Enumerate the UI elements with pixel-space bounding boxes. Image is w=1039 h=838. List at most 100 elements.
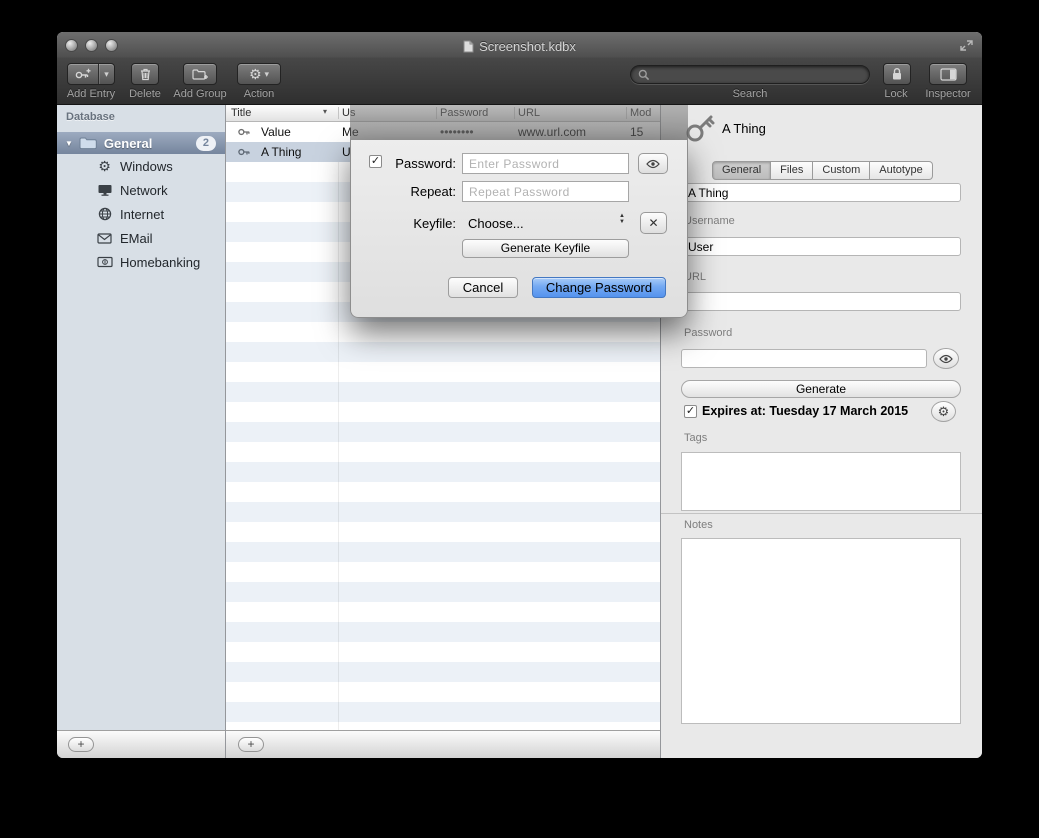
disclosure-triangle-icon[interactable]: ▼ (65, 139, 73, 148)
sidebar-item-internet[interactable]: Internet (57, 202, 225, 226)
folder-plus-icon (192, 68, 209, 81)
sidebar-item-windows[interactable]: ⚙ Windows (57, 154, 225, 178)
new-password-input[interactable] (462, 153, 629, 174)
action-label: Action (229, 88, 289, 100)
inspector-panel-icon (940, 68, 957, 81)
tab-files[interactable]: Files (771, 161, 813, 180)
sidebar-item-label: Homebanking (120, 255, 200, 270)
key-icon (237, 145, 251, 159)
cell-title: A Thing (261, 145, 301, 159)
sort-indicator-icon: ▾ (323, 107, 327, 116)
document-icon (463, 40, 474, 53)
gear-icon: ⚙ (96, 159, 113, 173)
trash-icon (140, 68, 151, 81)
add-entry-label: Add Entry (61, 88, 121, 100)
folder-icon (79, 136, 98, 150)
sidebar-item-label: Windows (120, 159, 173, 174)
group-sidebar: Database ▼ General 2 ⚙ Windows Network (57, 105, 225, 730)
app-window: Screenshot.kdbx ▾ ⚙ ▾ Add Entry Del (57, 32, 982, 758)
popup-stepper-icon[interactable]: ▲ ▼ (619, 213, 625, 225)
sidebar-item-label: Network (120, 183, 168, 198)
search-input[interactable] (654, 67, 862, 83)
table-bottom-bar (225, 730, 660, 758)
sidebar-item-label: Internet (120, 207, 164, 222)
action-button[interactable]: ⚙ ▾ (237, 63, 281, 85)
globe-icon (96, 207, 113, 221)
check-icon: ✓ (686, 406, 695, 417)
expires-label: Expires at: Tuesday 17 March 2015 (702, 404, 908, 418)
username-field[interactable] (681, 237, 961, 256)
inspector-button[interactable] (929, 63, 967, 85)
change-password-button[interactable]: Change Password (532, 277, 666, 298)
sidebar-group-general[interactable]: ▼ General 2 (57, 132, 225, 154)
dialog-repeat-label: Repeat: (351, 184, 456, 199)
password-label: Password (684, 327, 732, 339)
tab-general[interactable]: General (712, 161, 771, 180)
table-grid-line (338, 122, 339, 730)
screen: Screenshot.kdbx ▾ ⚙ ▾ Add Entry Del (0, 0, 1039, 838)
search-field[interactable] (630, 65, 870, 84)
add-entry-plus-button[interactable]: + (238, 737, 264, 752)
tags-label: Tags (684, 432, 707, 444)
key-plus-icon (68, 64, 98, 84)
cancel-button[interactable]: Cancel (448, 277, 518, 298)
eye-icon (646, 159, 660, 169)
chevron-down-icon[interactable]: ▾ (98, 64, 114, 84)
eye-icon (939, 354, 953, 364)
password-field[interactable] (681, 349, 927, 368)
lock-icon (891, 67, 903, 81)
stepper-down-icon: ▼ (619, 219, 625, 225)
banknote-icon (96, 256, 113, 268)
sidebar-divider[interactable] (225, 105, 226, 758)
column-header-title[interactable]: Title (231, 107, 251, 119)
key-icon (237, 125, 251, 139)
expires-checkbox[interactable]: ✓ (684, 405, 697, 418)
change-password-dialog: ✓ Password: Repeat: Keyfile: Choose... ▲… (350, 140, 688, 318)
search-label: Search (690, 88, 810, 100)
inspector-tabs: General Files Custom Autotype (712, 161, 933, 180)
username-label: Username (684, 215, 735, 227)
sidebar-item-email[interactable]: EMail (57, 226, 225, 250)
tags-input[interactable] (681, 452, 961, 511)
window-title: Screenshot.kdbx (479, 39, 576, 54)
add-group-plus-button[interactable]: + (68, 737, 94, 752)
cell-title: Value (261, 125, 291, 139)
sidebar-item-homebanking[interactable]: Homebanking (57, 250, 225, 274)
tab-autotype[interactable]: Autotype (870, 161, 932, 180)
add-group-label: Add Group (170, 88, 230, 100)
dialog-keyfile-label: Keyfile: (351, 216, 456, 231)
expires-settings-button[interactable]: ⚙ (931, 401, 956, 422)
delete-label: Delete (115, 88, 175, 100)
add-entry-button[interactable]: ▾ (67, 63, 115, 85)
inspector-entry-title: A Thing (722, 121, 766, 136)
title-field[interactable] (681, 183, 961, 202)
monitor-icon (96, 183, 113, 197)
section-divider (660, 513, 982, 514)
add-group-button[interactable] (183, 63, 217, 85)
fullscreen-icon[interactable] (960, 40, 973, 51)
envelope-icon (96, 233, 113, 244)
reveal-password-button[interactable] (933, 348, 959, 369)
inspector-panel: A Thing General Files Custom Autotype Us… (660, 105, 982, 758)
dialog-password-label: Password: (351, 156, 456, 171)
repeat-password-input[interactable] (462, 181, 629, 202)
gear-icon: ⚙ (938, 405, 950, 418)
column-divider[interactable] (338, 107, 339, 119)
clear-keyfile-button[interactable]: ✕ (640, 212, 667, 234)
gear-icon: ⚙ (249, 67, 262, 81)
entry-key-icon (684, 111, 718, 147)
lock-button[interactable] (883, 63, 911, 85)
keyfile-popup[interactable]: Choose... (468, 216, 524, 231)
inspector-label: Inspector (918, 88, 978, 100)
delete-button[interactable] (131, 63, 159, 85)
url-field[interactable] (681, 292, 961, 311)
notes-label: Notes (684, 519, 713, 531)
show-password-button[interactable] (638, 153, 668, 174)
generate-keyfile-button[interactable]: Generate Keyfile (462, 239, 629, 258)
sidebar-item-network[interactable]: Network (57, 178, 225, 202)
tab-custom[interactable]: Custom (813, 161, 870, 180)
title-bar: Screenshot.kdbx (57, 38, 982, 54)
sheet-shadow (350, 105, 688, 140)
notes-input[interactable] (681, 538, 961, 724)
generate-password-button[interactable]: Generate (681, 380, 961, 398)
